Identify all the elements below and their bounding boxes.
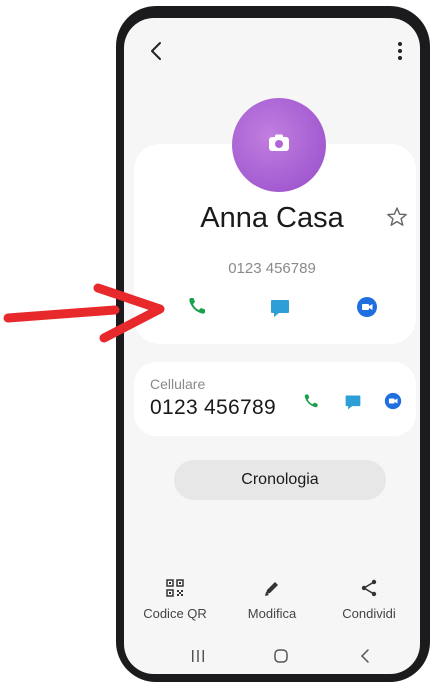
phone-number: 0123 456789 [150,396,276,419]
phone-type-label: Cellulare [150,376,206,392]
call-icon[interactable] [186,295,208,317]
message-icon[interactable] [269,297,291,319]
recents-icon[interactable] [190,648,206,664]
back-nav-icon[interactable] [358,648,374,664]
top-bar [124,18,420,78]
phone-number-card[interactable]: Cellulare 0123 456789 [134,362,416,436]
favorite-star-icon[interactable] [386,206,408,228]
back-arrow-icon[interactable] [146,40,168,62]
qr-code-label: Codice QR [143,606,207,621]
bottom-action-bar: Codice QR Modifica Condividi [124,578,420,638]
video-call-icon[interactable] [384,392,402,410]
more-options-icon[interactable] [390,40,410,62]
edit-button[interactable]: Modifica [227,578,317,621]
system-nav-bar [124,642,420,672]
qr-code-button[interactable]: Codice QR [130,578,220,621]
history-button[interactable]: Cronologia [174,460,386,500]
share-label: Condividi [342,606,396,621]
share-button[interactable]: Condividi [324,578,414,621]
avatar[interactable] [232,98,326,192]
camera-icon [269,134,289,151]
home-icon[interactable] [273,648,289,664]
message-icon[interactable] [344,393,362,411]
edit-label: Modifica [247,606,297,621]
pencil-icon [265,582,278,596]
contact-name: Anna Casa [200,202,344,234]
contact-phone-number: 0123 456789 [228,260,316,277]
video-call-icon[interactable] [356,296,378,318]
qr-code-icon [166,579,184,597]
annotation-arrow-icon [3,283,165,343]
call-icon[interactable] [302,392,320,410]
share-icon [361,579,377,597]
